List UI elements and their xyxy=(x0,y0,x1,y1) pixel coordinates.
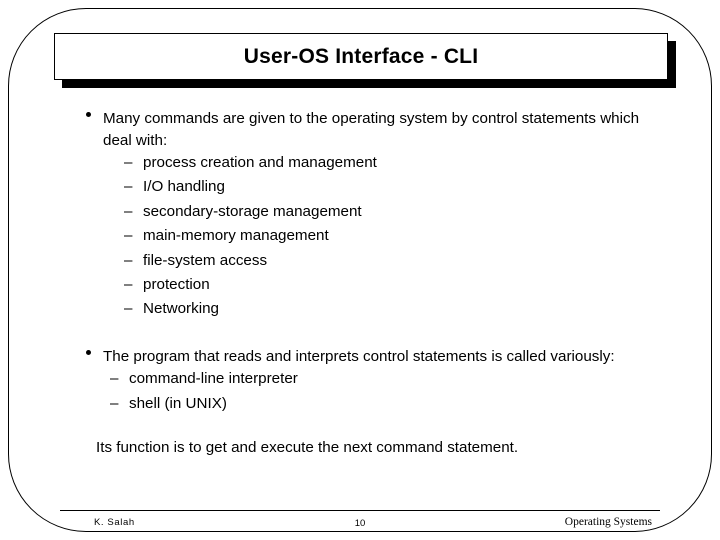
dash-icon: – xyxy=(124,300,133,318)
bullet-1-text: Many commands are given to the operating… xyxy=(103,110,640,149)
list-item: – shell (in UNIX) xyxy=(0,392,720,416)
list-item-label: Networking xyxy=(143,300,219,318)
dash-icon: – xyxy=(124,178,133,196)
list-item: – Networking xyxy=(0,297,720,321)
list-item-label: command-line interpreter xyxy=(129,370,298,388)
list-item: – process creation and management xyxy=(0,151,720,175)
list-item-label: protection xyxy=(143,276,210,294)
list-item-label: process creation and management xyxy=(143,154,377,171)
bullet-item-1: Many commands are given to the operating… xyxy=(0,108,720,151)
slide-content: Many commands are given to the operating… xyxy=(0,108,720,458)
list-item: – secondary-storage management xyxy=(0,200,720,224)
list-item: – command-line interpreter xyxy=(0,367,720,391)
list-item-label: main-memory management xyxy=(143,227,329,245)
list-item-label: I/O handling xyxy=(143,178,225,196)
dash-icon: – xyxy=(124,251,133,269)
closing-statement: Its function is to get and execute the n… xyxy=(96,439,519,457)
page-title: User-OS Interface - CLI xyxy=(243,44,479,68)
list-item: – file-system access xyxy=(0,249,720,273)
dash-icon: – xyxy=(124,202,133,220)
dash-icon: – xyxy=(110,370,119,388)
bullet-item-2: The program that reads and interprets co… xyxy=(0,346,720,368)
bullet-2-text: The program that reads and interprets co… xyxy=(103,347,615,365)
slide-footer: K. Salah 10 Operating Systems xyxy=(60,513,660,535)
bullet-dot-icon xyxy=(86,349,91,355)
dash-icon: – xyxy=(124,276,133,294)
list-item: – main-memory management xyxy=(0,224,720,248)
dash-icon: – xyxy=(124,227,133,245)
list-item: – protection xyxy=(0,273,720,297)
footer-course-name: Operating Systems xyxy=(564,516,652,528)
footer-divider xyxy=(60,510,660,511)
title-box: User-OS Interface - CLI xyxy=(54,33,668,80)
bullet-dot-icon xyxy=(86,112,91,117)
sub-list-1: – process creation and management – I/O … xyxy=(0,151,720,322)
list-item-label: secondary-storage management xyxy=(143,202,362,220)
dash-icon: – xyxy=(124,154,133,171)
list-item-label: shell (in UNIX) xyxy=(129,394,227,412)
list-item-label: file-system access xyxy=(143,251,268,269)
slide-title-block: User-OS Interface - CLI xyxy=(54,33,676,88)
list-item: – I/O handling xyxy=(0,175,720,199)
bullet-group-2: The program that reads and interprets co… xyxy=(0,346,720,416)
sub-list-2: – command-line interpreter – shell (in U… xyxy=(0,367,720,416)
dash-icon: – xyxy=(110,394,119,412)
